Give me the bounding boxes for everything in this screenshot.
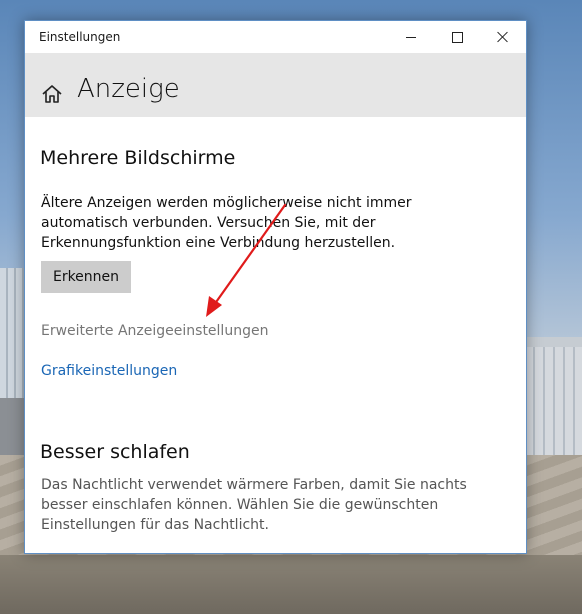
settings-content: Mehrere Bildschirme Ältere Anzeigen werd… [25,117,526,553]
advanced-display-settings-link[interactable]: Erweiterte Anzeigeeinstellungen [41,323,268,339]
background-foreground [0,555,582,614]
detect-button[interactable]: Erkennen [41,261,131,293]
page-title: Anzeige [77,74,180,104]
minimize-icon [406,36,416,38]
background-building-right [519,337,582,460]
night-light-description: Das Nachtlicht verwendet wärmere Farben,… [41,477,467,533]
maximize-button[interactable] [434,21,480,53]
settings-window: Einstellungen Anzeige Mehrere Bildschirm… [24,20,527,554]
window-title: Einstellungen [39,30,121,44]
background-building-left [0,268,26,458]
page-header: Anzeige [25,53,526,117]
close-button[interactable] [480,21,526,53]
multi-display-heading: Mehrere Bildschirme [40,147,236,169]
home-icon[interactable] [41,83,63,105]
minimize-button[interactable] [388,21,434,53]
multi-display-description: Ältere Anzeigen werden möglicherweise ni… [41,195,412,251]
night-light-heading: Besser schlafen [40,441,190,463]
graphics-settings-link[interactable]: Grafikeinstellungen [41,363,177,379]
title-bar[interactable]: Einstellungen [25,21,526,53]
maximize-icon [451,31,463,43]
close-icon [497,31,509,43]
